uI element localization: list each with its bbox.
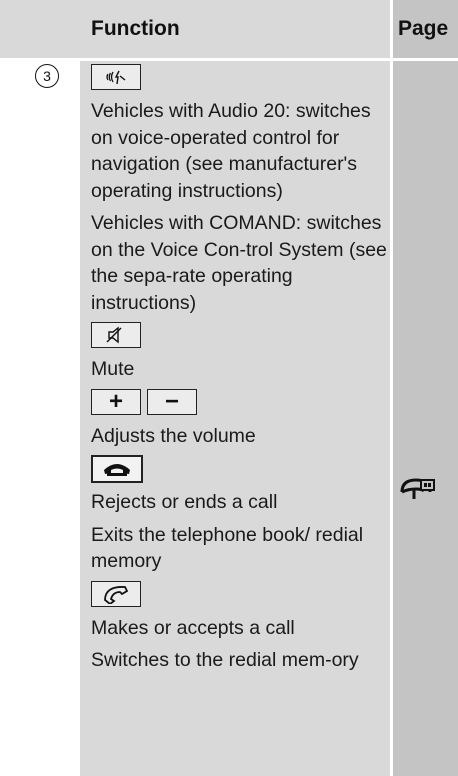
audio20-description: Vehicles with Audio 20: switches on voic… xyxy=(91,100,371,202)
page-header: Page xyxy=(398,17,449,40)
function-description: Vehicles with Audio 20: switches on voic… xyxy=(91,62,387,680)
mute-key xyxy=(91,322,141,348)
volume-description: Adjusts the volume xyxy=(91,424,256,447)
redial-description: Switches to the redial mem-ory xyxy=(91,649,359,671)
accept-call-key xyxy=(91,580,141,607)
reject-call-description: Rejects or ends a call xyxy=(91,491,278,513)
function-header: Function xyxy=(91,17,180,40)
end-call-icon xyxy=(104,464,130,476)
accept-call-key-row xyxy=(91,580,387,609)
end-call-key xyxy=(91,455,143,483)
steering-wheel-display-icon xyxy=(400,478,435,499)
exit-phonebook-description: Exits the telephone book/ redial memory xyxy=(91,523,364,573)
mute-description: Mute xyxy=(91,358,135,380)
table-header xyxy=(0,0,458,58)
plus-icon: + xyxy=(108,387,123,415)
end-call-key-row xyxy=(91,455,387,483)
page-column xyxy=(393,0,458,776)
number-column xyxy=(0,0,80,776)
accept-call-description: Makes or accepts a call xyxy=(91,616,295,639)
accept-call-icon xyxy=(104,585,129,604)
voice-control-key xyxy=(91,64,141,90)
volume-plus-key: + xyxy=(91,387,141,415)
voice-key-row xyxy=(91,64,387,92)
voice-control-icon xyxy=(106,70,126,85)
minus-icon: − xyxy=(164,387,179,415)
mute-key-row xyxy=(91,322,387,350)
volume-minus-key: − xyxy=(147,387,197,415)
row-number-badge: 3 xyxy=(35,64,59,88)
function-table: Function Page 3 Vehicles with Audio 20: … xyxy=(0,0,458,776)
volume-key-row: + − xyxy=(91,387,387,417)
mute-icon xyxy=(106,326,122,344)
comand-description: Vehicles with COMAND: switches on the Vo… xyxy=(91,212,387,314)
header-divider xyxy=(0,58,458,61)
